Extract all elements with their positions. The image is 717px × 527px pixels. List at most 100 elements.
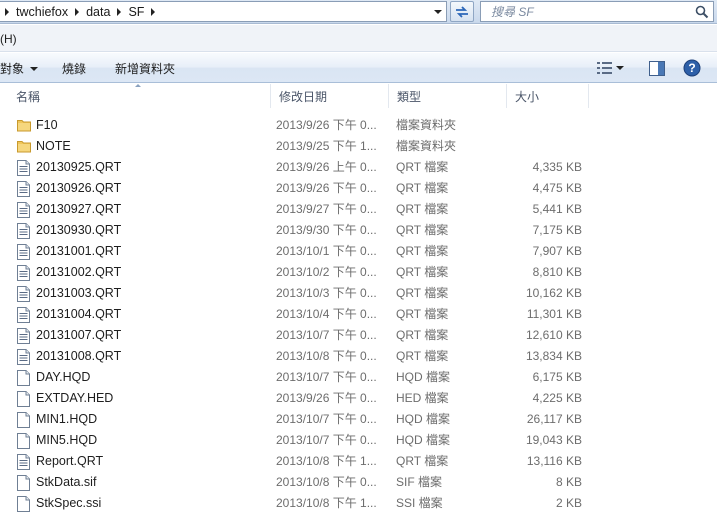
data-file-icon — [17, 202, 31, 218]
file-icon — [17, 496, 31, 512]
file-size: 7,175 KB — [532, 223, 582, 237]
folder-row[interactable]: F10 2013/9/26 下午 0... 檔案資料夾 — [0, 115, 717, 136]
file-row[interactable]: 20130927.QRT 2013/9/27 下午 0... QRT 檔案 5,441… — [0, 199, 717, 220]
file-name: 20131008.QRT — [36, 349, 122, 363]
burn-button[interactable]: 燒錄 — [62, 60, 86, 77]
file-date-modified: 2013/10/7 下午 0... — [276, 412, 377, 426]
file-type: QRT 檔案 — [396, 181, 449, 195]
breadcrumb-item-sf[interactable]: SF — [126, 5, 146, 19]
file-type: QRT 檔案 — [396, 307, 449, 321]
file-row[interactable]: 20131002.QRT 2013/10/2 下午 0... QRT 檔案 8,810… — [0, 262, 717, 283]
file-date-modified: 2013/10/7 下午 0... — [276, 370, 377, 384]
file-size: 8 KB — [555, 475, 582, 489]
file-row[interactable]: 20131007.QRT 2013/10/7 下午 0... QRT 檔案 12,61… — [0, 325, 717, 346]
file-size: 6,175 KB — [532, 370, 582, 384]
chevron-right-icon[interactable] — [0, 2, 14, 21]
file-date-modified: 2013/10/1 下午 0... — [276, 244, 377, 258]
file-type: SIF 檔案 — [396, 475, 443, 489]
chevron-down-icon — [434, 9, 442, 14]
menu-help[interactable]: (H) — [0, 32, 17, 46]
file-type: QRT 檔案 — [396, 286, 449, 300]
data-file-icon — [17, 244, 31, 260]
file-date-modified: 2013/10/8 下午 0... — [276, 475, 377, 489]
column-header-row: 名稱 修改日期 類型 大小 — [0, 84, 717, 108]
column-header-date[interactable]: 修改日期 — [271, 84, 389, 108]
chevron-right-icon[interactable] — [146, 2, 160, 21]
file-row[interactable]: StkData.sif 2013/10/8 下午 0... SIF 檔案 8 KB — [0, 472, 717, 493]
refresh-button[interactable] — [450, 1, 474, 22]
file-size: 13,116 KB — [526, 454, 582, 468]
file-list: F10 2013/9/26 下午 0... 檔案資料夾 NOTE 2013/9/25 下… — [0, 115, 717, 514]
help-icon: ? — [683, 59, 701, 77]
data-file-icon — [17, 349, 31, 365]
file-row[interactable]: StkSpec.ssi 2013/10/8 下午 1... SSI 檔案 2 KB — [0, 493, 717, 514]
file-size: 4,225 KB — [532, 391, 582, 405]
file-size: 4,335 KB — [532, 160, 582, 174]
file-row[interactable]: EXTDAY.HED 2013/9/26 下午 0... HED 檔案 4,225 K… — [0, 388, 717, 409]
file-row[interactable]: 20130926.QRT 2013/9/26 下午 0... QRT 檔案 4,475… — [0, 178, 717, 199]
file-size — [514, 136, 582, 157]
file-name: 20130925.QRT — [36, 160, 122, 174]
folder-row[interactable]: NOTE 2013/9/25 下午 1... 檔案資料夾 — [0, 136, 717, 157]
column-header-name[interactable]: 名稱 — [8, 84, 271, 108]
data-file-icon — [17, 286, 31, 302]
file-row[interactable]: 20131004.QRT 2013/10/4 下午 0... QRT 檔案 11,30… — [0, 304, 717, 325]
file-date-modified: 2013/9/30 下午 0... — [276, 223, 377, 237]
breadcrumb-item-data[interactable]: data — [84, 5, 112, 19]
column-header-type[interactable]: 類型 — [389, 84, 507, 108]
help-button[interactable]: ? — [681, 57, 703, 79]
file-type: QRT 檔案 — [396, 328, 449, 342]
address-bar[interactable]: twchiefox data SF — [0, 1, 447, 22]
breadcrumb-item-twchiefox[interactable]: twchiefox — [14, 5, 70, 19]
address-bar-row: twchiefox data SF 搜尋 SF — [0, 0, 717, 24]
file-name: Report.QRT — [36, 454, 104, 468]
file-type: QRT 檔案 — [396, 244, 449, 258]
file-row[interactable]: MIN1.HQD 2013/10/7 下午 0... HQD 檔案 26,117 KB — [0, 409, 717, 430]
organize-button[interactable]: 對象 — [0, 60, 39, 77]
file-type: HED 檔案 — [396, 391, 449, 405]
file-size: 13,834 KB — [525, 349, 582, 363]
file-row[interactable]: 20130930.QRT 2013/9/30 下午 0... QRT 檔案 7,175… — [0, 220, 717, 241]
file-row[interactable]: 20131001.QRT 2013/10/1 下午 0... QRT 檔案 7,907… — [0, 241, 717, 262]
chevron-right-icon[interactable] — [112, 2, 126, 21]
data-file-icon — [17, 454, 31, 470]
file-row[interactable]: Report.QRT 2013/10/8 下午 1... QRT 檔案 13,116 … — [0, 451, 717, 472]
file-row[interactable]: 20131008.QRT 2013/10/8 下午 0... QRT 檔案 13,83… — [0, 346, 717, 367]
search-input[interactable]: 搜尋 SF — [481, 3, 691, 20]
file-date-modified: 2013/10/8 下午 1... — [276, 496, 377, 510]
column-header-size[interactable]: 大小 — [507, 84, 589, 108]
file-size: 5,441 KB — [532, 202, 582, 216]
file-row[interactable]: 20131003.QRT 2013/10/3 下午 0... QRT 檔案 10,16… — [0, 283, 717, 304]
chevron-down-icon[interactable] — [614, 66, 626, 70]
file-type: QRT 檔案 — [396, 223, 449, 237]
view-details-icon — [597, 62, 612, 74]
file-type: QRT 檔案 — [396, 202, 449, 216]
file-name: StkData.sif — [36, 475, 97, 489]
preview-pane-icon — [649, 60, 665, 76]
file-name: 20130930.QRT — [36, 223, 122, 237]
file-date-modified: 2013/10/3 下午 0... — [276, 286, 377, 300]
file-size — [514, 115, 582, 136]
file-row[interactable]: DAY.HQD 2013/10/7 下午 0... HQD 檔案 6,175 KB — [0, 367, 717, 388]
chevron-right-icon[interactable] — [70, 2, 84, 21]
organize-label: 對象 — [0, 62, 25, 76]
change-view-button[interactable] — [590, 57, 632, 79]
search-icon[interactable] — [691, 2, 713, 21]
file-type: 檔案資料夾 — [396, 139, 457, 153]
data-file-icon — [17, 307, 31, 323]
file-icon — [17, 412, 31, 428]
file-row[interactable]: 20130925.QRT 2013/9/26 上午 0... QRT 檔案 4,335… — [0, 157, 717, 178]
chevron-down-icon — [30, 66, 39, 71]
search-box[interactable]: 搜尋 SF — [480, 1, 714, 22]
file-row[interactable]: MIN5.HQD 2013/10/7 下午 0... HQD 檔案 19,043 KB — [0, 430, 717, 451]
preview-pane-button[interactable] — [646, 57, 668, 79]
file-date-modified: 2013/9/26 下午 0... — [276, 118, 377, 132]
address-history-dropdown[interactable] — [430, 2, 446, 21]
file-name: DAY.HQD — [36, 370, 91, 384]
data-file-icon — [17, 265, 31, 281]
file-size: 12,610 KB — [525, 328, 582, 342]
file-size: 10,162 KB — [525, 286, 582, 300]
new-folder-button[interactable]: 新增資料夾 — [115, 60, 175, 77]
breadcrumb: twchiefox data SF — [0, 2, 160, 21]
file-date-modified: 2013/10/2 下午 0... — [276, 265, 377, 279]
